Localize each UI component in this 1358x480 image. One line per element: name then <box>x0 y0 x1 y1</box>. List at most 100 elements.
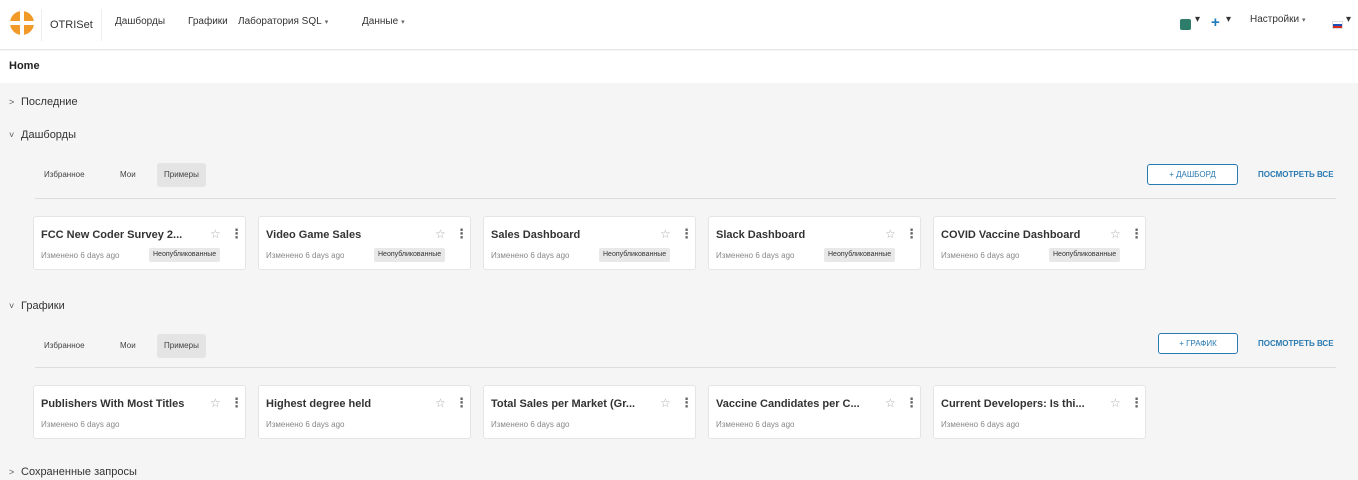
chevron-down-icon[interactable]: ▾ <box>1226 14 1231 25</box>
section-dashboards-label: Дашборды <box>21 129 76 141</box>
nav-charts-label: Графики <box>188 16 228 27</box>
chevron-down-icon: ˅ <box>9 130 15 140</box>
nav-sql-lab-label: Лаборатория SQL <box>238 16 322 27</box>
chevron-right-icon: > <box>9 97 15 107</box>
status-badge: Неопубликованные <box>149 248 221 262</box>
more-menu-icon[interactable]: ⋮ <box>1130 395 1143 411</box>
card-modified: Изменено 6 days ago <box>41 251 120 260</box>
nav-charts[interactable]: Графики <box>188 16 228 27</box>
chevron-down-icon: ▾ <box>401 19 405 26</box>
page-title-bar: Home <box>0 51 1358 83</box>
more-menu-icon[interactable]: ⋮ <box>230 226 243 242</box>
tab-examples[interactable]: Примеры <box>157 163 206 187</box>
logo-icon[interactable] <box>9 10 35 36</box>
dashboard-card[interactable]: Slack Dashboard ☆ ⋮ Изменено 6 days ago … <box>708 216 921 270</box>
nav-data[interactable]: Данные ▾ <box>362 16 405 27</box>
tab-mine[interactable]: Мои <box>113 163 143 187</box>
chart-card[interactable]: Publishers With Most Titles ☆ ⋮ Изменено… <box>33 385 246 439</box>
add-chart-button[interactable]: + ГРАФИК <box>1158 333 1238 354</box>
card-title: Total Sales per Market (Gr... <box>491 398 636 410</box>
card-modified: Изменено 6 days ago <box>41 420 120 429</box>
nav-dashboards[interactable]: Дашборды <box>115 16 165 27</box>
card-modified: Изменено 6 days ago <box>491 420 570 429</box>
chevron-down-icon[interactable]: ▾ <box>1346 14 1351 25</box>
dashboard-card[interactable]: COVID Vaccine Dashboard ☆ ⋮ Изменено 6 d… <box>933 216 1146 270</box>
star-icon[interactable]: ☆ <box>885 227 896 241</box>
section-charts-label: Графики <box>21 300 65 312</box>
star-icon[interactable]: ☆ <box>885 396 896 410</box>
tab-favorites[interactable]: Избранное <box>37 334 92 358</box>
chart-card[interactable]: Current Developers: Is thi... ☆ ⋮ Измене… <box>933 385 1146 439</box>
dashboard-card[interactable]: Sales Dashboard ☆ ⋮ Изменено 6 days ago … <box>483 216 696 270</box>
section-recent-toggle[interactable]: > Последние <box>9 96 78 108</box>
chevron-down-icon[interactable]: ▾ <box>1195 14 1200 25</box>
tab-mine[interactable]: Мои <box>113 334 143 358</box>
star-icon[interactable]: ☆ <box>1110 227 1121 241</box>
card-title: FCC New Coder Survey 2... <box>41 229 183 241</box>
card-modified: Изменено 6 days ago <box>266 251 345 260</box>
card-modified: Изменено 6 days ago <box>716 251 795 260</box>
section-saved-queries-toggle[interactable]: > Сохраненные запросы <box>9 466 137 478</box>
sql-lab-icon[interactable] <box>1180 19 1191 30</box>
settings-menu[interactable]: Настройки ▾ <box>1250 14 1306 25</box>
tab-favorites[interactable]: Избранное <box>37 163 92 187</box>
settings-label: Настройки <box>1250 14 1300 25</box>
dashboard-card[interactable]: FCC New Coder Survey 2... ☆ ⋮ Изменено 6… <box>33 216 246 270</box>
star-icon[interactable]: ☆ <box>210 396 221 410</box>
chevron-right-icon: > <box>9 467 15 477</box>
section-recent-label: Последние <box>21 96 78 108</box>
view-all-dashboards-link[interactable]: ПОСМОТРЕТЬ ВСЕ <box>1258 170 1334 179</box>
chevron-down-icon: ▾ <box>324 19 329 26</box>
chevron-down-icon: ˅ <box>9 301 15 311</box>
section-saved-queries-label: Сохраненные запросы <box>21 466 137 478</box>
card-modified: Изменено 6 days ago <box>941 420 1020 429</box>
more-menu-icon[interactable]: ⋮ <box>680 226 693 242</box>
dashboards-tabs: Избранное Мои Примеры <box>37 163 237 187</box>
star-icon[interactable]: ☆ <box>660 396 671 410</box>
chart-card[interactable]: Highest degree held ☆ ⋮ Изменено 6 days … <box>258 385 471 439</box>
divider <box>35 198 1336 199</box>
more-menu-icon[interactable]: ⋮ <box>455 226 468 242</box>
chart-card[interactable]: Total Sales per Market (Gr... ☆ ⋮ Измене… <box>483 385 696 439</box>
brand-name[interactable]: OTRISet <box>41 9 102 41</box>
nav-sql-lab[interactable]: Лаборатория SQL ▾ <box>238 16 328 27</box>
card-modified: Изменено 6 days ago <box>716 420 795 429</box>
star-icon[interactable]: ☆ <box>435 227 446 241</box>
card-title: Video Game Sales <box>266 229 362 241</box>
card-title: COVID Vaccine Dashboard <box>941 229 1081 241</box>
card-title: Current Developers: Is thi... <box>941 398 1085 410</box>
status-badge: Неопубликованные <box>374 248 446 262</box>
card-title: Vaccine Candidates per C... <box>716 398 860 410</box>
tab-examples[interactable]: Примеры <box>157 334 206 358</box>
card-title: Highest degree held <box>266 398 372 410</box>
more-menu-icon[interactable]: ⋮ <box>230 395 243 411</box>
card-modified: Изменено 6 days ago <box>941 251 1020 260</box>
status-badge: Неопубликованные <box>824 248 896 262</box>
nav-data-label: Данные <box>362 16 399 27</box>
add-dashboard-button[interactable]: + ДАШБОРД <box>1147 164 1238 185</box>
star-icon[interactable]: ☆ <box>435 396 446 410</box>
divider <box>35 367 1336 368</box>
star-icon[interactable]: ☆ <box>660 227 671 241</box>
page-title: Home <box>9 60 40 72</box>
card-title: Sales Dashboard <box>491 229 581 241</box>
card-title: Slack Dashboard <box>716 229 806 241</box>
star-icon[interactable]: ☆ <box>210 227 221 241</box>
status-badge: Неопубликованные <box>1049 248 1121 262</box>
dashboard-card[interactable]: Video Game Sales ☆ ⋮ Изменено 6 days ago… <box>258 216 471 270</box>
more-menu-icon[interactable]: ⋮ <box>680 395 693 411</box>
more-menu-icon[interactable]: ⋮ <box>905 226 918 242</box>
more-menu-icon[interactable]: ⋮ <box>905 395 918 411</box>
more-menu-icon[interactable]: ⋮ <box>455 395 468 411</box>
status-badge: Неопубликованные <box>599 248 671 262</box>
chevron-down-icon: ▾ <box>1302 17 1306 24</box>
section-dashboards-toggle[interactable]: ˅ Дашборды <box>9 129 76 141</box>
nav-dashboards-label: Дашборды <box>115 16 165 27</box>
chart-card[interactable]: Vaccine Candidates per C... ☆ ⋮ Изменено… <box>708 385 921 439</box>
flag-ru-icon[interactable] <box>1332 21 1343 29</box>
section-charts-toggle[interactable]: ˅ Графики <box>9 300 65 312</box>
star-icon[interactable]: ☆ <box>1110 396 1121 410</box>
plus-icon[interactable]: + <box>1211 13 1220 33</box>
more-menu-icon[interactable]: ⋮ <box>1130 226 1143 242</box>
view-all-charts-link[interactable]: ПОСМОТРЕТЬ ВСЕ <box>1258 339 1334 348</box>
